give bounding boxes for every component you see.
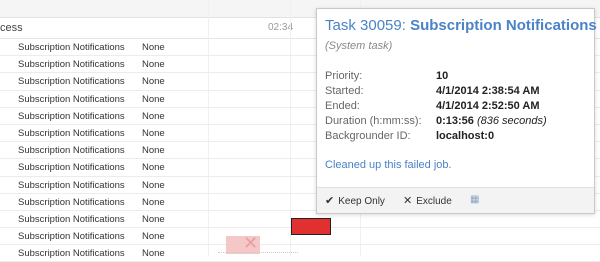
column-title: cess (0, 22, 23, 34)
x-icon: ✕ (243, 233, 259, 253)
duration-label: Duration (h:mm:ss): (325, 115, 422, 127)
status-cell: None (142, 42, 165, 53)
failed-task-bar[interactable] (291, 218, 331, 235)
task-name-cell: Subscription Notifications (18, 248, 125, 260)
status-cell: None (142, 76, 165, 88)
tooltip-title: Task 30059: Subscription Notifications (325, 17, 597, 34)
task-id-label: Task 30059: (325, 17, 411, 34)
status-cell: None (142, 196, 165, 208)
status-message: Cleaned up this failed job. (325, 159, 452, 171)
task-name-cell: Subscription Notifications (18, 76, 125, 88)
task-name-cell: Subscription Notifications (18, 162, 125, 174)
status-cell: None (142, 179, 165, 191)
backgrounder-value: localhost:0 (436, 130, 495, 142)
status-cell: None (142, 59, 165, 71)
task-name-cell: Subscription Notifications (18, 145, 125, 157)
task-name-cell: Subscription Notifications (18, 179, 125, 191)
status-cell: None (142, 110, 165, 122)
task-name: Subscription Notifications (410, 17, 597, 34)
ended-value: 4/1/2014 2:52:50 AM (436, 100, 540, 112)
task-name-cell: Subscription Notifications (18, 59, 125, 71)
duration-hms: 0:13:56 (436, 115, 474, 127)
status-cell: None (142, 93, 165, 105)
duration-value: 0:13:56 (836 seconds) (436, 115, 547, 127)
keep-only-label: Keep Only (338, 196, 385, 207)
task-name-cell: Subscription Notifications (18, 42, 125, 53)
check-icon: ✔ (325, 195, 335, 207)
exclude-button[interactable]: ✕ Exclude (403, 194, 452, 207)
task-name-cell: Subscription Notifications (18, 127, 125, 139)
timeline-dotted-line (218, 252, 298, 253)
tooltip-actions: ✔ Keep Only ✕ Exclude ▦ (317, 187, 594, 213)
task-type: (System task) (325, 40, 393, 52)
status-cell: None (142, 162, 165, 174)
task-name-cell: Subscription Notifications (18, 196, 125, 208)
task-name-cell: Subscription Notifications (18, 231, 125, 243)
task-name-cell: Subscription Notifications (18, 93, 125, 105)
exclude-label: Exclude (416, 196, 452, 207)
x-icon: ✕ (403, 195, 413, 207)
grid-icon[interactable]: ▦ (470, 194, 479, 205)
task-name-cell: Subscription Notifications (18, 110, 125, 122)
started-value: 4/1/2014 2:38:54 AM (436, 85, 540, 97)
ended-label: Ended: (325, 100, 360, 112)
status-cell: None (142, 231, 165, 243)
duration-seconds: (836 seconds) (476, 115, 547, 127)
priority-label: Priority: (325, 70, 363, 82)
backgrounder-label: Backgrounder ID: (325, 130, 411, 142)
status-cell: None (142, 248, 165, 260)
task-name-cell: Subscription Notifications (18, 213, 125, 225)
status-cell: None (142, 145, 165, 157)
keep-only-button[interactable]: ✔ Keep Only (325, 194, 385, 207)
started-label: Started: (325, 85, 364, 97)
status-cell: None (142, 213, 165, 225)
table-row[interactable]: Subscription Notifications None (0, 245, 600, 262)
priority-value: 10 (436, 70, 449, 82)
status-cell: None (142, 127, 165, 139)
task-tooltip: Task 30059: Subscription Notifications (… (316, 8, 597, 214)
